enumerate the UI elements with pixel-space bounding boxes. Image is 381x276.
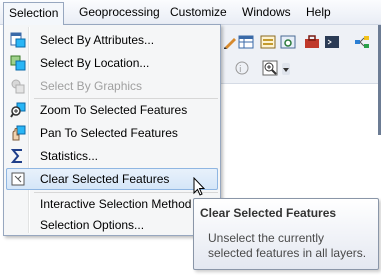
menu-item-label: Pan To Selected Features bbox=[40, 126, 178, 140]
tooltip: Clear Selected Features Unselect the cur… bbox=[193, 198, 379, 270]
menu-customize[interactable]: Customize bbox=[165, 3, 232, 21]
menu-item-label: Selection Options... bbox=[40, 218, 145, 232]
menu-item-label: Clear Selected Features bbox=[40, 172, 170, 186]
select-by-graphics-icon bbox=[11, 79, 25, 94]
menu-item-interactive-selection-method[interactable]: Interactive Selection Method bbox=[6, 193, 218, 215]
menu-item-select-by-attributes[interactable]: Select By Attributes... bbox=[6, 29, 218, 51]
menu-item-selection-options[interactable]: Selection Options... bbox=[6, 214, 218, 236]
tooltip-body: Unselect the currently selected features… bbox=[208, 231, 367, 260]
model-builder-icon[interactable] bbox=[354, 34, 370, 50]
toolbox-icon[interactable] bbox=[304, 34, 320, 50]
search-window-icon[interactable] bbox=[280, 34, 296, 50]
menu-item-label: Select By Graphics bbox=[40, 79, 143, 93]
clear-selection-icon bbox=[11, 172, 25, 186]
menu-item-select-by-location[interactable]: Select By Location... bbox=[6, 52, 218, 74]
menu-item-label: Statistics... bbox=[40, 149, 99, 163]
menu-selection[interactable]: Selection bbox=[3, 2, 65, 25]
dropdown-arrow-icon[interactable] bbox=[282, 63, 290, 75]
tooltip-title: Clear Selected Features bbox=[200, 206, 337, 220]
identify-icon[interactable]: i bbox=[234, 60, 250, 76]
menu-item-pan-to-selected[interactable]: Pan To Selected Features bbox=[6, 122, 218, 144]
menu-item-label: Select By Location... bbox=[40, 56, 150, 70]
catalog-icon[interactable] bbox=[260, 34, 276, 50]
menu-item-label: Interactive Selection Method bbox=[40, 197, 192, 211]
table-icon[interactable] bbox=[238, 34, 254, 50]
menu-windows[interactable]: Windows bbox=[237, 3, 296, 21]
select-by-attributes-icon bbox=[10, 32, 26, 48]
menu-item-label: Select By Attributes... bbox=[40, 33, 155, 47]
editor-pencil-icon[interactable] bbox=[222, 34, 238, 50]
menu-geoprocessing[interactable]: Geoprocessing bbox=[74, 3, 165, 21]
menu-item-zoom-to-selected[interactable]: Zoom To Selected Features bbox=[6, 99, 218, 121]
mouse-pointer-icon bbox=[193, 177, 205, 196]
menu-item-statistics[interactable]: Statistics... bbox=[6, 145, 218, 167]
pan-to-selected-icon bbox=[12, 125, 26, 141]
zoom-in-icon[interactable] bbox=[262, 60, 278, 76]
menu-bar: Selection Geoprocessing Customize Window… bbox=[0, 0, 381, 25]
zoom-to-selected-icon bbox=[10, 102, 26, 118]
toolbar: i bbox=[210, 25, 381, 84]
svg-text:i: i bbox=[239, 65, 242, 75]
select-by-location-icon bbox=[10, 55, 26, 71]
menu-help[interactable]: Help bbox=[301, 3, 336, 21]
python-window-icon[interactable] bbox=[324, 34, 340, 50]
selection-menu: Select By Attributes... Select By Locati… bbox=[3, 24, 221, 236]
menu-item-label: Zoom To Selected Features bbox=[40, 103, 188, 117]
menu-item-clear-selected[interactable]: Clear Selected Features bbox=[6, 168, 218, 190]
menu-item-select-by-graphics[interactable]: Select By Graphics bbox=[6, 75, 218, 97]
sigma-statistics-icon bbox=[10, 149, 22, 163]
